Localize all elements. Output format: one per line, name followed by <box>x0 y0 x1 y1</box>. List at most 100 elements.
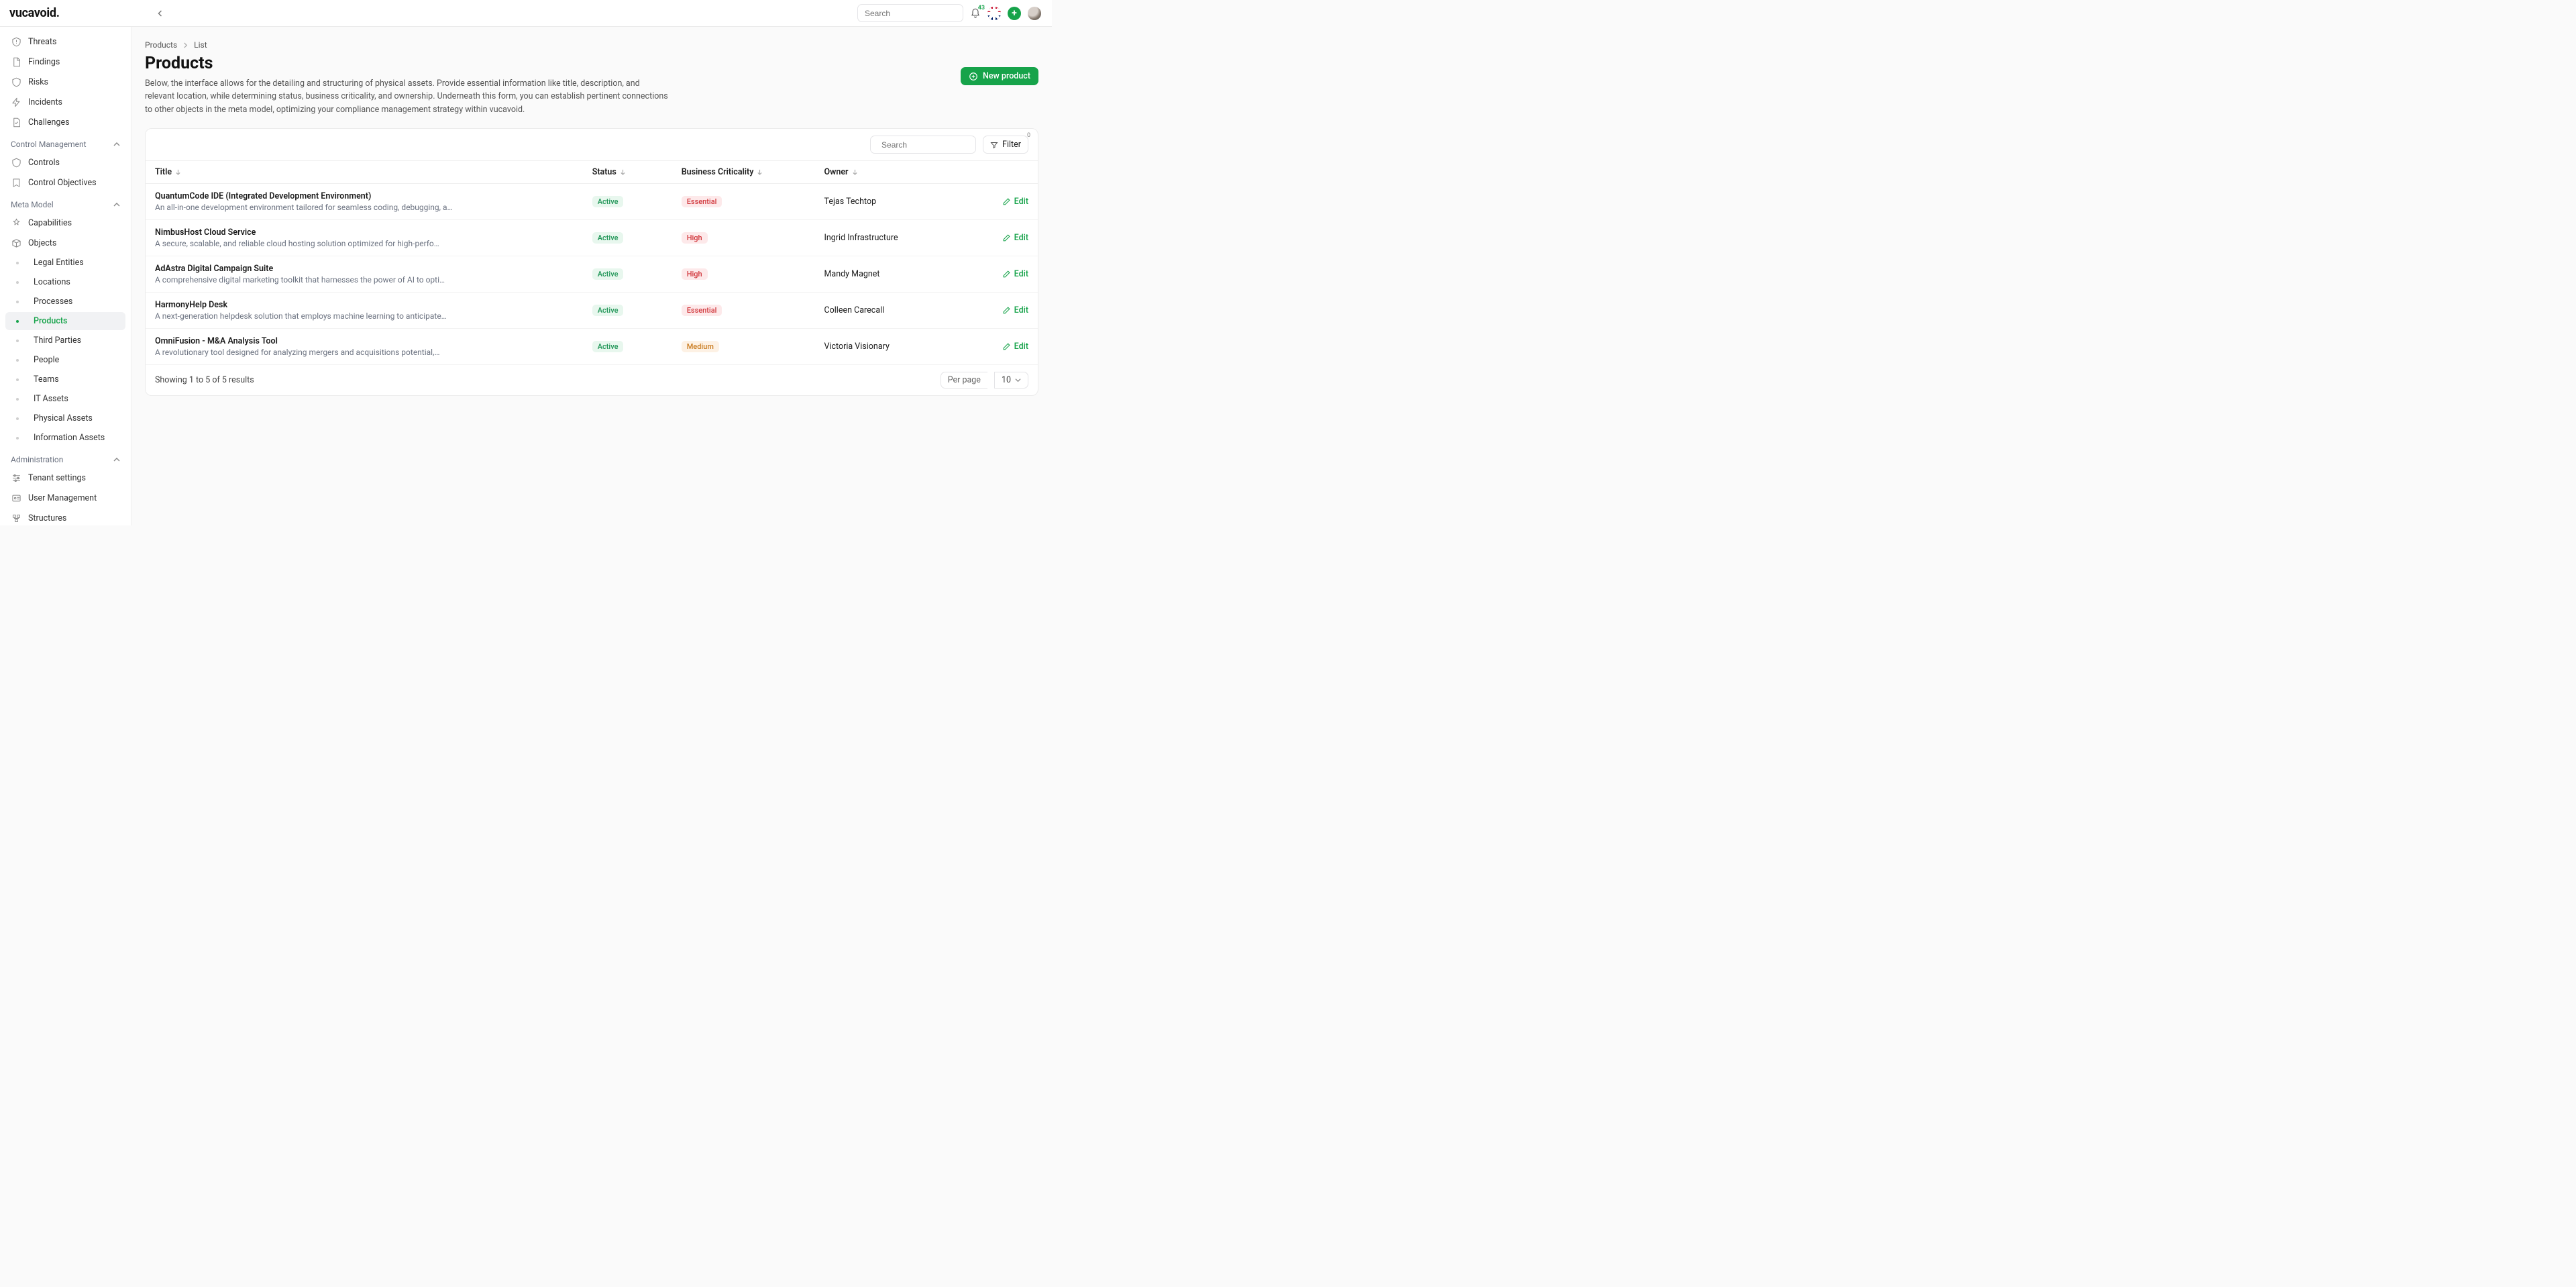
sidebar-item-objects[interactable]: Objects <box>5 234 125 252</box>
edit-button[interactable]: Edit <box>976 197 1028 207</box>
sidebar-item-findings[interactable]: Findings <box>5 52 125 71</box>
sidebar-item-tenantsettings[interactable]: Tenant settings <box>5 468 125 487</box>
status-badge: Active <box>592 305 624 316</box>
sort-icon <box>757 169 763 175</box>
edit-button[interactable]: Edit <box>976 269 1028 279</box>
user-avatar[interactable] <box>1028 7 1041 20</box>
edit-icon <box>1002 234 1011 242</box>
risks-icon <box>11 76 21 87</box>
sidebar-item-legalentities[interactable]: Legal Entities <box>5 254 125 272</box>
col-owner[interactable]: Owner <box>814 161 966 184</box>
sidebar-item-locations[interactable]: Locations <box>5 273 125 291</box>
dot-icon <box>16 301 19 303</box>
row-description: A revolutionary tool designed for analyz… <box>155 348 574 357</box>
threats-icon <box>11 36 21 47</box>
incidents-icon <box>11 97 21 107</box>
table-row[interactable]: AdAstra Digital Campaign SuiteA comprehe… <box>146 256 1038 293</box>
quick-add-button[interactable]: + <box>1008 7 1021 20</box>
challenges-icon <box>11 117 21 127</box>
controls-icon <box>11 157 21 168</box>
row-title: AdAstra Digital Campaign Suite <box>155 264 574 274</box>
sidebar-item-usermanagement[interactable]: User Management <box>5 488 125 507</box>
sidebar-section-meta[interactable]: Meta Model <box>5 193 125 213</box>
status-badge: Active <box>592 341 624 352</box>
table-search[interactable] <box>870 136 976 154</box>
filter-icon <box>990 141 998 149</box>
sidebar-item-incidents[interactable]: Incidents <box>5 93 125 111</box>
col-criticality[interactable]: Business Criticality <box>672 161 815 184</box>
sidebar-item-controlobjectives[interactable]: Control Objectives <box>5 173 125 192</box>
criticality-badge: Medium <box>682 341 719 352</box>
table-row[interactable]: QuantumCode IDE (Integrated Development … <box>146 184 1038 220</box>
breadcrumb-leaf: List <box>194 40 207 50</box>
col-status[interactable]: Status <box>583 161 672 184</box>
filter-button[interactable]: Filter 0 <box>983 136 1028 154</box>
row-description: A comprehensive digital marketing toolki… <box>155 275 574 285</box>
chevron-up-icon <box>113 201 120 208</box>
results-summary: Showing 1 to 5 of 5 results <box>155 375 254 385</box>
row-title: OmniFusion - M&A Analysis Tool <box>155 336 574 346</box>
global-search[interactable] <box>857 4 963 22</box>
filter-count: 0 <box>1027 132 1030 139</box>
row-title: NimbusHost Cloud Service <box>155 227 574 238</box>
notifications-button[interactable]: 43 <box>970 8 981 19</box>
per-page-label: Per page <box>941 372 987 389</box>
row-description: An all-in-one development environment ta… <box>155 203 574 212</box>
global-search-input[interactable] <box>865 9 969 18</box>
edit-icon <box>1002 197 1011 206</box>
table-row[interactable]: NimbusHost Cloud ServiceA secure, scalab… <box>146 220 1038 256</box>
table-search-input[interactable] <box>881 140 985 150</box>
edit-icon <box>1002 342 1011 351</box>
structures-icon <box>11 513 21 523</box>
sidebar-item-itassets[interactable]: IT Assets <box>5 390 125 408</box>
sidebar-item-capabilities[interactable]: Capabilities <box>5 213 125 232</box>
sidebar-item-processes[interactable]: Processes <box>5 293 125 311</box>
criticality-badge: Essential <box>682 305 722 316</box>
col-title[interactable]: Title <box>146 161 583 184</box>
dot-icon <box>16 417 19 420</box>
sidebar-item-products[interactable]: Products <box>5 312 125 330</box>
row-owner: Tejas Techtop <box>814 184 966 220</box>
language-flag-uk[interactable] <box>987 7 1001 20</box>
dot-icon <box>16 262 19 264</box>
chevron-up-icon <box>113 456 120 463</box>
row-owner: Victoria Visionary <box>814 329 966 365</box>
sidebar-item-risks[interactable]: Risks <box>5 72 125 91</box>
sidebar-section-control[interactable]: Control Management <box>5 133 125 153</box>
table-row[interactable]: OmniFusion - M&A Analysis Tool A revoluti… <box>146 329 1038 365</box>
edit-button[interactable]: Edit <box>976 233 1028 243</box>
row-owner: Colleen Carecall <box>814 293 966 329</box>
per-page-select[interactable]: 10 <box>994 372 1028 389</box>
dot-icon <box>16 281 19 284</box>
sidebar-item-physicalassets[interactable]: Physical Assets <box>5 409 125 427</box>
sidebar-item-teams[interactable]: Teams <box>5 370 125 389</box>
criticality-badge: High <box>682 232 708 244</box>
table-row[interactable]: HarmonyHelp DeskA next-generation helpde… <box>146 293 1038 329</box>
chevron-left-icon <box>157 10 164 17</box>
dot-icon <box>16 359 19 362</box>
sidebar-section-admin[interactable]: Administration <box>5 448 125 468</box>
sidebar-collapse-button[interactable] <box>154 7 167 20</box>
brand-logo[interactable]: vucavoid. <box>9 6 60 20</box>
sidebar-item-challenges[interactable]: Challenges <box>5 113 125 132</box>
row-title: HarmonyHelp Desk <box>155 300 574 310</box>
plus-circle-icon <box>969 72 978 81</box>
row-title: QuantumCode IDE (Integrated Development … <box>155 191 574 201</box>
status-badge: Active <box>592 268 624 280</box>
notifications-count: 43 <box>978 5 985 11</box>
edit-button[interactable]: Edit <box>976 342 1028 352</box>
chevron-right-icon <box>182 42 189 48</box>
status-badge: Active <box>592 196 624 207</box>
new-product-button[interactable]: New product <box>961 67 1038 85</box>
sidebar-item-structures[interactable]: Structures <box>5 509 125 525</box>
sidebar-item-people[interactable]: People <box>5 351 125 369</box>
sidebar-item-threats[interactable]: Threats <box>5 32 125 51</box>
edit-button[interactable]: Edit <box>976 305 1028 315</box>
sidebar-item-informationassets[interactable]: Information Assets <box>5 429 125 447</box>
breadcrumb-root[interactable]: Products <box>145 40 177 50</box>
status-badge: Active <box>592 232 624 244</box>
sidebar-item-controls[interactable]: Controls <box>5 153 125 172</box>
findings-icon <box>11 56 21 67</box>
row-owner: Ingrid Infrastructure <box>814 220 966 256</box>
sidebar-item-thirdparties[interactable]: Third Parties <box>5 331 125 350</box>
